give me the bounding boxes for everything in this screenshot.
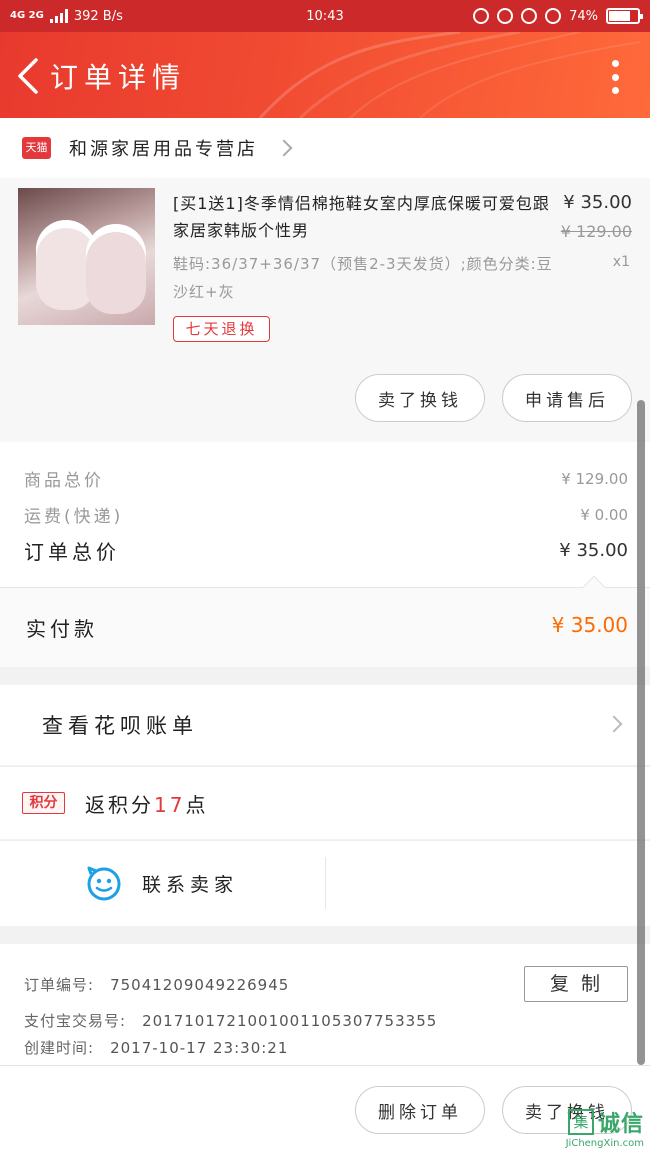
shop-row[interactable]: 天猫 和源家居用品专营店 — [0, 118, 650, 178]
after-sales-button[interactable]: 申请售后 — [502, 374, 632, 422]
product-original-price: ¥ 129.00 — [560, 222, 632, 241]
battery-percent: 74% — [569, 8, 598, 24]
product-quantity: x1 — [612, 254, 630, 270]
status-right: 74% — [473, 8, 643, 24]
product-spec: 鞋码:36/37+36/37（预售2-3天发货）;颜色分类:豆沙红+灰 — [173, 255, 553, 301]
back-arrow-icon[interactable] — [10, 56, 46, 96]
paid-label: 实付款 — [26, 617, 98, 641]
watermark-box: 集 — [567, 1109, 594, 1135]
points-prefix: 返积分 — [85, 792, 154, 817]
created-time-label: 创建时间: — [24, 1039, 95, 1057]
contact-row: 联系卖家 — [0, 840, 650, 926]
points-value: 17 — [154, 792, 186, 817]
battery-icon — [606, 8, 643, 24]
tmall-badge: 天猫 — [22, 137, 51, 159]
slipper-shape — [86, 224, 146, 314]
product-card: [买1送1]冬季情侣棉拖鞋女室内厚底保暖可爱包跟家居家韩版个性男 鞋码:36/3… — [0, 178, 650, 442]
points-badge: 积分 — [22, 792, 65, 814]
divider — [325, 857, 326, 909]
points-text: 返积分17点 — [85, 789, 208, 818]
order-total-row: 订单总价 ¥ 35.00 — [24, 536, 628, 565]
scrollbar[interactable] — [637, 400, 645, 1065]
shipping-value: ¥ 0.00 — [580, 505, 628, 524]
more-menu-icon[interactable] — [610, 60, 620, 94]
copy-button[interactable]: 复制 — [524, 966, 628, 1002]
page-title: 订单详情 — [50, 61, 187, 94]
price-summary: 商品总价 ¥ 129.00 运费(快递) ¥ 0.00 订单总价 ¥ 35.00 — [0, 442, 650, 587]
vibrate-icon — [473, 8, 490, 24]
paid-value: ¥ 35.00 — [551, 613, 628, 637]
resell-button[interactable]: 卖了换钱 — [355, 374, 485, 422]
bottom-action-bar: 删除订单 卖了换钱 — [0, 1065, 650, 1155]
paid-amount-row: 实付款 ¥ 35.00 — [0, 575, 650, 667]
chevron-right-icon — [275, 139, 293, 157]
watermark-text: 诚信 — [597, 1112, 644, 1137]
chat-smile-icon — [87, 866, 121, 901]
shipping-label: 运费(快递) — [24, 507, 124, 527]
order-info: 订单编号: 75041209049226945 复制 支付宝交易号: 2017101… — [0, 944, 650, 1069]
alipay-number-row: 支付宝交易号: 2017101721001001105307753355 — [24, 1010, 437, 1031]
huabei-bill-row[interactable]: 查看花呗账单 — [0, 685, 650, 765]
battery-fill — [609, 11, 630, 21]
order-total-value: ¥ 35.00 — [559, 540, 628, 561]
network-speed: 392 B/s — [73, 8, 123, 24]
alarm-icon — [545, 8, 562, 24]
network-indicator: 4G 2G — [10, 10, 44, 21]
contact-seller-button[interactable]: 联系卖家 — [86, 865, 238, 901]
goods-total-row: 商品总价 ¥ 129.00 — [24, 466, 628, 492]
product-title[interactable]: [买1送1]冬季情侣棉拖鞋女室内厚底保暖可爱包跟家居家韩版个性男 — [173, 190, 551, 244]
huabei-label: 查看花呗账单 — [42, 714, 198, 738]
sync-icon — [521, 8, 538, 24]
watermark-logo: 集 诚信 — [566, 1106, 644, 1138]
product-image[interactable] — [18, 188, 155, 325]
order-number-label: 订单编号: — [24, 976, 95, 994]
goods-total-label: 商品总价 — [24, 471, 104, 491]
rotation-lock-icon — [497, 8, 514, 24]
chevron-right-icon — [605, 715, 623, 733]
status-bar: 4G 2G 392 B/s 10:43 74% — [0, 0, 650, 32]
points-row: 积分 返积分17点 — [0, 766, 650, 839]
order-total-label: 订单总价 — [24, 540, 120, 564]
created-time-row: 创建时间: 2017-10-17 23:30:21 — [24, 1037, 288, 1058]
product-price: ¥ 35.00 — [563, 192, 632, 213]
alipay-number-label: 支付宝交易号: — [24, 1012, 127, 1030]
goods-total-value: ¥ 129.00 — [561, 469, 628, 488]
contact-seller-label: 联系卖家 — [142, 873, 239, 896]
alipay-number-value: 2017101721001001105307753355 — [142, 1012, 438, 1030]
created-time-value: 2017-10-17 23:30:21 — [110, 1039, 289, 1057]
nav-header: 订单详情 — [0, 32, 650, 118]
status-left: 4G 2G 392 B/s — [10, 9, 123, 24]
shop-name: 和源家居用品专营店 — [69, 139, 258, 160]
points-suffix: 点 — [185, 792, 209, 817]
order-number-row: 订单编号: 75041209049226945 — [24, 974, 289, 995]
signal-icon — [49, 9, 68, 23]
watermark: 集 诚信 JiChengXin.com — [566, 1106, 644, 1149]
order-number-value: 75041209049226945 — [110, 976, 290, 994]
delete-order-button[interactable]: 删除订单 — [355, 1086, 485, 1134]
shipping-row: 运费(快递) ¥ 0.00 — [24, 502, 628, 528]
return-policy-badge: 七天退换 — [173, 316, 270, 342]
watermark-url: JiChengXin.com — [565, 1138, 644, 1149]
